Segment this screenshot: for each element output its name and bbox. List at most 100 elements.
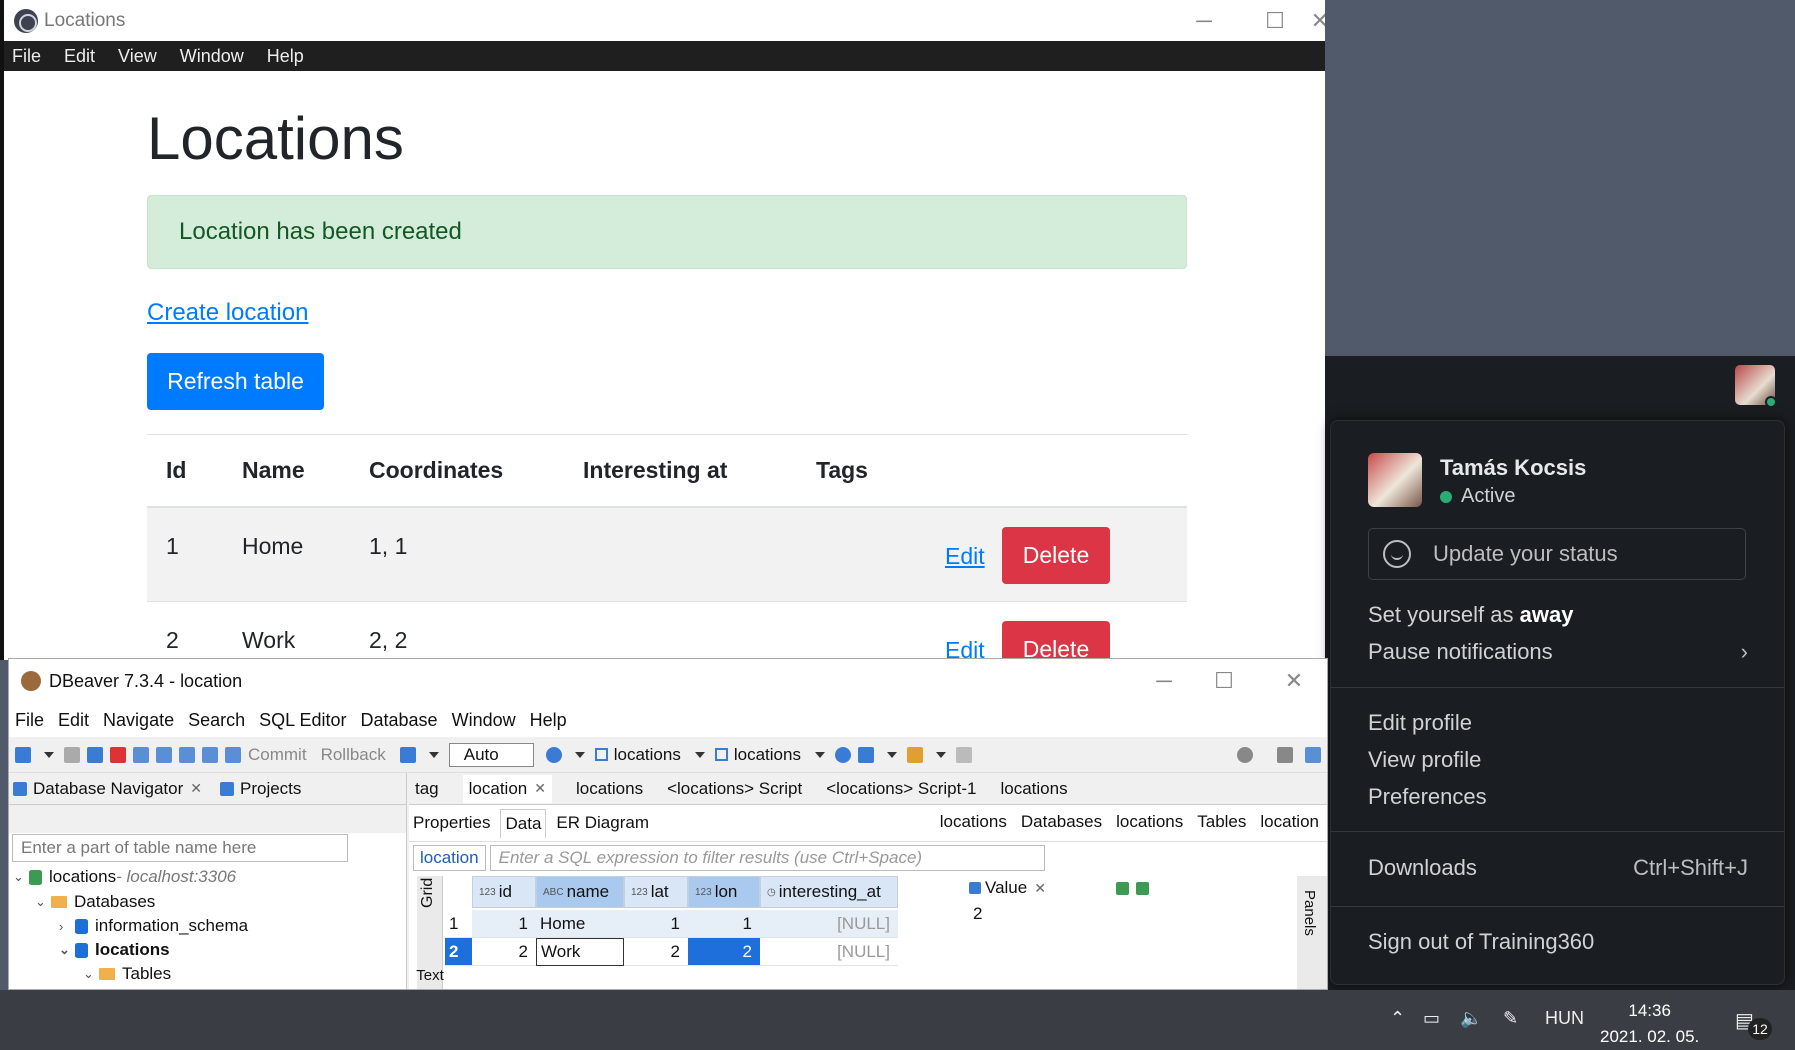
export-icon[interactable] [857,746,874,763]
tab-er-diagram[interactable]: ER Diagram [556,813,649,833]
connect-icon[interactable] [87,746,103,763]
cell-interesting-at[interactable]: [NULL] [760,938,898,966]
crumb-tables[interactable]: Tables [1197,812,1246,832]
tree-tables-node[interactable]: ⌄ Tables [83,964,171,984]
crumb-connection[interactable]: locations [940,812,1007,832]
expanded-arrow-icon[interactable]: ⌄ [35,894,51,910]
cell-lon[interactable]: 2 [688,938,760,966]
clock[interactable]: 14:36 2021. 02. 05. [1600,998,1699,1050]
console-icon[interactable] [225,746,241,763]
close-button[interactable]: ✕ [1310,0,1325,41]
tab-data[interactable]: Data [500,808,547,838]
maximize-button[interactable]: ☐ [1240,0,1310,41]
dropdown-icon[interactable] [574,751,585,758]
active-datasource-select[interactable]: locations [594,745,681,765]
text-side-tab[interactable]: Text [416,962,444,989]
close-icon[interactable]: ✕ [1034,880,1046,897]
edit-profile-item[interactable]: Edit profile [1368,710,1748,736]
dbv-menu-window[interactable]: Window [452,710,516,731]
explain-icon[interactable] [834,746,851,763]
open-script-icon[interactable] [179,746,195,763]
dbv-menu-database[interactable]: Database [361,710,438,731]
tab-location[interactable]: location ✕ [462,774,552,803]
cell-interesting-at[interactable]: [NULL] [760,910,898,938]
tools-icon[interactable] [906,746,923,763]
sql-editor-icon[interactable] [133,746,149,763]
tree-schema-node[interactable]: › information_schema [59,916,248,936]
value-panel-content[interactable]: 2 [969,904,1224,924]
active-schema-select[interactable]: locations [714,745,801,765]
tab-tag[interactable]: tag [415,779,439,799]
tab-database-navigator[interactable]: Database Navigator ✕ [13,779,202,799]
close-icon[interactable]: ✕ [190,780,202,797]
menu-view[interactable]: View [118,46,157,67]
expanded-arrow-icon[interactable]: ⌄ [59,942,75,958]
perspective-icon[interactable] [1277,747,1293,763]
column-header-interesting-at[interactable]: ◷ interesting_at [760,876,898,908]
save-to-file-icon[interactable] [1135,881,1149,895]
rollback-button[interactable]: Rollback [321,745,386,765]
pause-notifications-item[interactable]: Pause notifications › [1368,639,1748,665]
minimize-button[interactable]: ─ [1169,0,1239,41]
dbeaver-maximize-button[interactable]: ☐ [1189,659,1259,703]
expanded-arrow-icon[interactable]: ⌄ [13,869,29,885]
dropdown-icon[interactable] [886,751,897,758]
crumb-schema[interactable]: locations [1116,812,1183,832]
search-icon[interactable] [1237,747,1253,763]
new-script-icon[interactable] [156,746,172,763]
row-number[interactable]: 2 [445,938,472,966]
tree-schema-node[interactable]: ⌄ locations [59,940,170,960]
tab-locations-2[interactable]: locations [1000,779,1067,799]
menu-window[interactable]: Window [180,46,244,67]
panels-side-tab[interactable]: Panels [1297,876,1327,989]
dbv-menu-sql-editor[interactable]: SQL Editor [259,710,346,731]
dbv-menu-search[interactable]: Search [188,710,245,731]
cell-lat[interactable]: 1 [624,910,688,938]
crumb-databases[interactable]: Databases [1021,812,1102,832]
collapsed-arrow-icon[interactable]: › [59,919,75,934]
disconnect-icon[interactable] [64,746,80,763]
edit-link[interactable]: Edit [945,543,985,570]
crumb-table[interactable]: location [1260,812,1319,832]
cell-id[interactable]: 1 [472,910,536,938]
dbeaver-perspective-icon[interactable] [1305,747,1321,763]
new-connection-icon[interactable] [15,746,31,763]
preferences-item[interactable]: Preferences [1368,784,1748,810]
menu-file[interactable]: File [12,46,41,67]
dbeaver-close-button[interactable]: ✕ [1259,659,1327,703]
recent-script-icon[interactable] [202,746,218,763]
dbv-menu-edit[interactable]: Edit [58,710,89,731]
tab-properties[interactable]: Properties [413,813,490,833]
auto-commit-select[interactable]: Auto [448,742,534,767]
cell-name[interactable]: Work [536,938,624,966]
update-status-button[interactable]: Update your status [1368,528,1746,580]
column-header-lat[interactable]: 123 lat [624,876,688,908]
tree-databases-node[interactable]: ⌄ Databases [35,892,155,912]
column-header-id[interactable]: 123 id [472,876,536,908]
dbv-menu-file[interactable]: File [15,710,44,731]
transaction-mode-icon[interactable] [399,746,416,763]
cell-lat[interactable]: 2 [624,938,688,966]
chevron-up-icon[interactable]: ⌃ [1390,1008,1405,1029]
edit-link[interactable]: Edit [945,637,985,660]
dropdown-icon[interactable] [935,751,946,758]
delete-button[interactable]: Delete [1002,527,1110,584]
downloads-item[interactable]: Downloads Ctrl+Shift+J [1368,855,1748,881]
delete-button[interactable]: Delete [1002,621,1110,660]
invalidate-icon[interactable] [110,746,126,763]
dbv-menu-navigate[interactable]: Navigate [103,710,174,731]
dropdown-icon[interactable] [814,751,825,758]
set-away-item[interactable]: Set yourself as away [1368,602,1748,628]
column-header-lon[interactable]: 123 lon [688,876,760,908]
refresh-table-button[interactable]: Refresh table [147,353,324,410]
row-number[interactable]: 1 [445,910,472,938]
back-icon[interactable] [955,746,972,763]
history-icon[interactable] [545,746,562,763]
menu-help[interactable]: Help [267,46,304,67]
pen-icon[interactable]: ✎ [1503,1008,1518,1029]
dropdown-icon[interactable] [428,751,439,758]
volume-icon[interactable]: 🔈 [1460,1008,1482,1029]
tab-script[interactable]: <locations> Script [667,779,802,799]
network-icon[interactable]: ▭ [1423,1008,1440,1029]
menu-edit[interactable]: Edit [64,46,95,67]
